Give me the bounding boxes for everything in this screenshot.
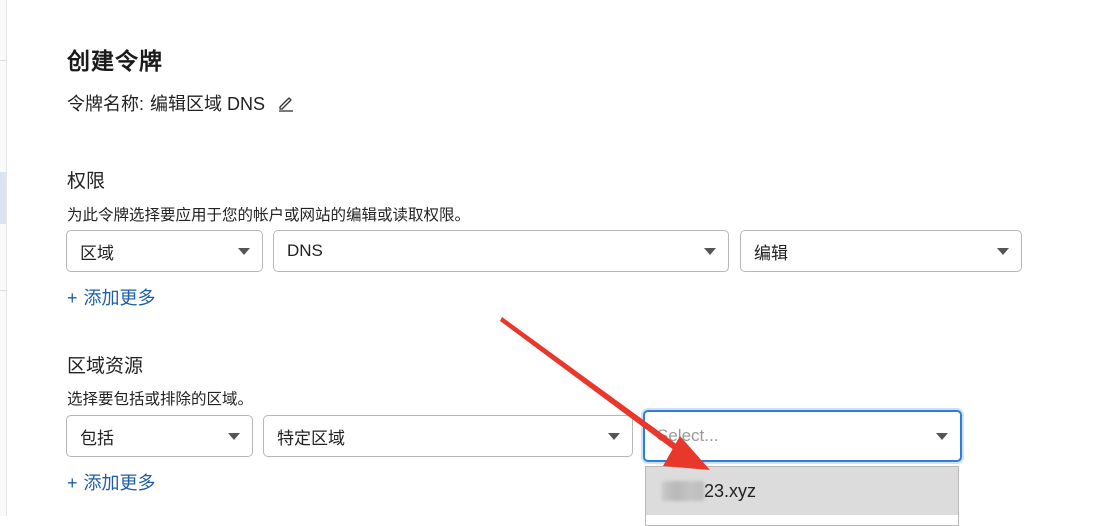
page-title: 创建令牌 [67,48,163,74]
permission-resource-select[interactable]: 区域 [66,230,263,272]
zone-resources-description: 选择要包括或排除的区域。 [67,391,254,408]
chevron-down-icon [238,248,250,255]
left-rail [0,0,7,516]
select-value: 特定区域 [277,428,345,448]
token-name-label: 令牌名称: [67,94,145,114]
chevron-down-icon [936,433,948,440]
select-value: 包括 [80,428,114,448]
zone-include-select[interactable]: 包括 [66,415,253,457]
pencil-icon[interactable] [277,94,295,112]
zone-scope-select[interactable]: 特定区域 [263,415,633,457]
select-value: DNS [287,241,323,260]
add-more-permissions-link[interactable]: + 添加更多 [67,284,156,310]
rail-selected-marker [0,172,6,224]
zone-option-label: 23.xyz [704,480,757,501]
add-more-zones-link[interactable]: + 添加更多 [67,469,156,495]
zone-select-placeholder: Select... [657,426,719,445]
token-name-row: 令牌名称: 编辑区域 DNS [67,90,295,116]
zone-option[interactable]: 23.xyz [646,467,958,515]
permissions-description: 为此令牌选择要应用于您的帐户或网站的编辑或读取权限。 [67,207,471,224]
chevron-down-icon [228,433,240,440]
select-value: 编辑 [754,243,788,263]
zone-select-input[interactable]: Select... [643,410,962,462]
zone-dropdown-list: 23.xyz [645,466,959,526]
chevron-down-icon [704,248,716,255]
rail-divider [0,290,6,291]
zone-resources-title: 区域资源 [67,356,144,377]
redacted-text [662,481,704,501]
select-value: 区域 [80,243,114,263]
chevron-down-icon [608,433,620,440]
chevron-down-icon [997,248,1009,255]
permission-type-select[interactable]: DNS [273,230,729,272]
plus-icon: + [67,288,78,308]
permissions-title: 权限 [67,171,106,192]
plus-icon: + [67,473,78,493]
rail-divider [0,60,6,61]
permission-level-select[interactable]: 编辑 [740,230,1022,272]
add-more-label: 添加更多 [83,288,156,308]
token-name-value: 编辑区域 DNS [150,94,266,114]
add-more-label: 添加更多 [83,473,156,493]
